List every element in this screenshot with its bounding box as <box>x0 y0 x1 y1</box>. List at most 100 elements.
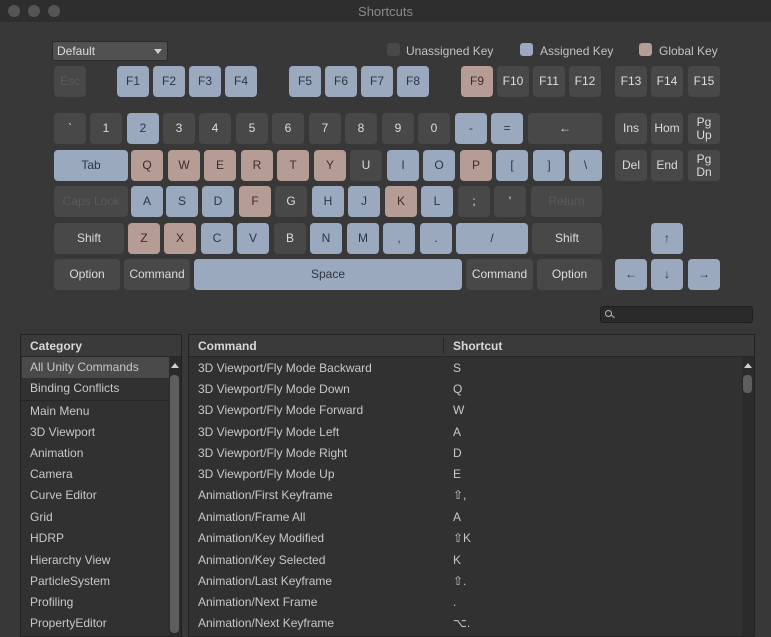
key-f2[interactable]: F2 <box>153 66 185 97</box>
category-item[interactable]: Animation <box>30 443 83 464</box>
key-a[interactable]: A <box>131 186 163 217</box>
command-cell[interactable]: 3D Viewport/Fly Mode Left <box>198 422 339 443</box>
key-arrow-down[interactable]: ↓ <box>651 259 683 290</box>
command-cell[interactable]: 3D Viewport/Fly Mode Right <box>198 443 347 464</box>
key-arrow-left[interactable]: ← <box>615 259 647 290</box>
shortcut-cell[interactable]: Q <box>453 379 462 400</box>
category-item[interactable]: 3D Viewport <box>30 422 95 443</box>
key-period[interactable]: . <box>420 223 452 254</box>
category-item[interactable]: Profiling <box>30 592 73 613</box>
key-2[interactable]: 2 <box>127 113 159 144</box>
shortcut-cell[interactable]: ⇧, <box>453 485 466 506</box>
command-cell[interactable]: Animation/Last Keyframe <box>198 571 332 592</box>
profile-dropdown[interactable]: Default <box>52 41 168 61</box>
command-cell[interactable]: 3D Viewport/Fly Mode Up <box>198 464 335 485</box>
key-d[interactable]: D <box>202 186 234 217</box>
category-item[interactable]: Binding Conflicts <box>30 378 119 399</box>
key-k[interactable]: K <box>385 186 417 217</box>
key-f12[interactable]: F12 <box>569 66 601 97</box>
command-cell[interactable]: 3D Viewport/Fly Mode Forward <box>198 400 363 421</box>
key-f6[interactable]: F6 <box>325 66 357 97</box>
key-z[interactable]: Z <box>128 223 160 254</box>
key-end[interactable]: End <box>651 150 683 181</box>
key-right-shift[interactable]: Shift <box>532 223 602 254</box>
key-return[interactable]: Return <box>531 186 602 217</box>
command-cell[interactable]: Animation/Frame All <box>198 507 305 528</box>
command-column-header[interactable]: Command <box>198 335 257 357</box>
key-y[interactable]: Y <box>314 150 346 181</box>
key-arrow-up[interactable]: ↑ <box>651 223 683 254</box>
key-3[interactable]: 3 <box>163 113 195 144</box>
key-slash[interactable]: / <box>456 223 528 254</box>
search-input[interactable] <box>600 306 753 323</box>
key-l[interactable]: L <box>421 186 453 217</box>
key-p[interactable]: P <box>460 150 492 181</box>
command-cell[interactable]: Animation/Key Modified <box>198 528 324 549</box>
key-backtick[interactable]: ` <box>54 113 86 144</box>
shortcut-cell[interactable]: K <box>453 550 461 571</box>
key-m[interactable]: M <box>347 223 379 254</box>
column-divider[interactable] <box>443 338 444 354</box>
key-f1[interactable]: F1 <box>117 66 149 97</box>
key-page-up[interactable]: Pg Up <box>688 113 720 144</box>
command-cell[interactable]: Animation/Next Frame <box>198 592 317 613</box>
key-left-bracket[interactable]: [ <box>496 150 528 181</box>
shortcut-cell[interactable]: S <box>453 358 461 379</box>
key-f11[interactable]: F11 <box>533 66 565 97</box>
key-right-command[interactable]: Command <box>466 259 533 290</box>
key-f4[interactable]: F4 <box>225 66 257 97</box>
shortcut-cell[interactable]: ⇧. <box>453 571 466 592</box>
key-arrow-right[interactable]: → <box>688 259 720 290</box>
command-cell[interactable]: 3D Viewport/Fly Mode Down <box>198 379 350 400</box>
key-backslash[interactable]: \ <box>569 150 602 181</box>
shortcut-column-header[interactable]: Shortcut <box>453 335 502 357</box>
key-h[interactable]: H <box>312 186 344 217</box>
shortcut-cell[interactable]: W <box>453 400 464 421</box>
key-left-shift[interactable]: Shift <box>54 223 124 254</box>
key-9[interactable]: 9 <box>382 113 414 144</box>
key-b[interactable]: B <box>274 223 306 254</box>
key-caps-lock[interactable]: Caps Lock <box>54 186 128 217</box>
category-item[interactable]: Main Menu <box>30 401 89 422</box>
key-page-down[interactable]: Pg Dn <box>688 150 720 181</box>
shortcut-cell[interactable]: A <box>453 422 461 443</box>
key-right-bracket[interactable]: ] <box>533 150 565 181</box>
shortcut-cell[interactable]: E <box>453 464 461 485</box>
category-item[interactable]: Camera <box>30 464 73 485</box>
key-0[interactable]: 0 <box>418 113 450 144</box>
key-tab[interactable]: Tab <box>54 150 128 181</box>
category-item[interactable]: HDRP <box>30 528 64 549</box>
key-r[interactable]: R <box>241 150 273 181</box>
scroll-up-arrow-icon[interactable] <box>171 363 179 368</box>
key-e[interactable]: E <box>204 150 236 181</box>
shortcut-cell[interactable]: ⇧K <box>453 528 471 549</box>
key-1[interactable]: 1 <box>90 113 122 144</box>
key-f[interactable]: F <box>239 186 271 217</box>
category-scrollbar-thumb[interactable] <box>170 375 179 633</box>
shortcut-cell[interactable]: ⌥. <box>453 613 470 634</box>
command-cell[interactable]: Animation/Key Selected <box>198 550 325 571</box>
shortcut-cell[interactable]: . <box>453 592 456 613</box>
key-u[interactable]: U <box>350 150 382 181</box>
key-left-option[interactable]: Option <box>54 259 120 290</box>
command-cell[interactable]: Animation/First Keyframe <box>198 485 333 506</box>
key-n[interactable]: N <box>310 223 342 254</box>
key-c[interactable]: C <box>201 223 233 254</box>
key-f8[interactable]: F8 <box>397 66 429 97</box>
key-4[interactable]: 4 <box>199 113 231 144</box>
key-v[interactable]: V <box>237 223 269 254</box>
key-delete[interactable]: Del <box>615 150 647 181</box>
key-f15[interactable]: F15 <box>688 66 720 97</box>
key-minus[interactable]: - <box>455 113 487 144</box>
key-f14[interactable]: F14 <box>651 66 683 97</box>
shortcut-cell[interactable]: D <box>453 443 462 464</box>
key-quote[interactable]: ' <box>494 186 526 217</box>
category-item[interactable]: Curve Editor <box>30 485 97 506</box>
key-f5[interactable]: F5 <box>289 66 321 97</box>
key-equals[interactable]: = <box>491 113 523 144</box>
key-g[interactable]: G <box>275 186 307 217</box>
key-f13[interactable]: F13 <box>615 66 647 97</box>
category-item[interactable]: Grid <box>30 507 53 528</box>
category-item[interactable]: PropertyEditor <box>30 613 107 634</box>
category-item[interactable]: ParticleSystem <box>30 571 110 592</box>
